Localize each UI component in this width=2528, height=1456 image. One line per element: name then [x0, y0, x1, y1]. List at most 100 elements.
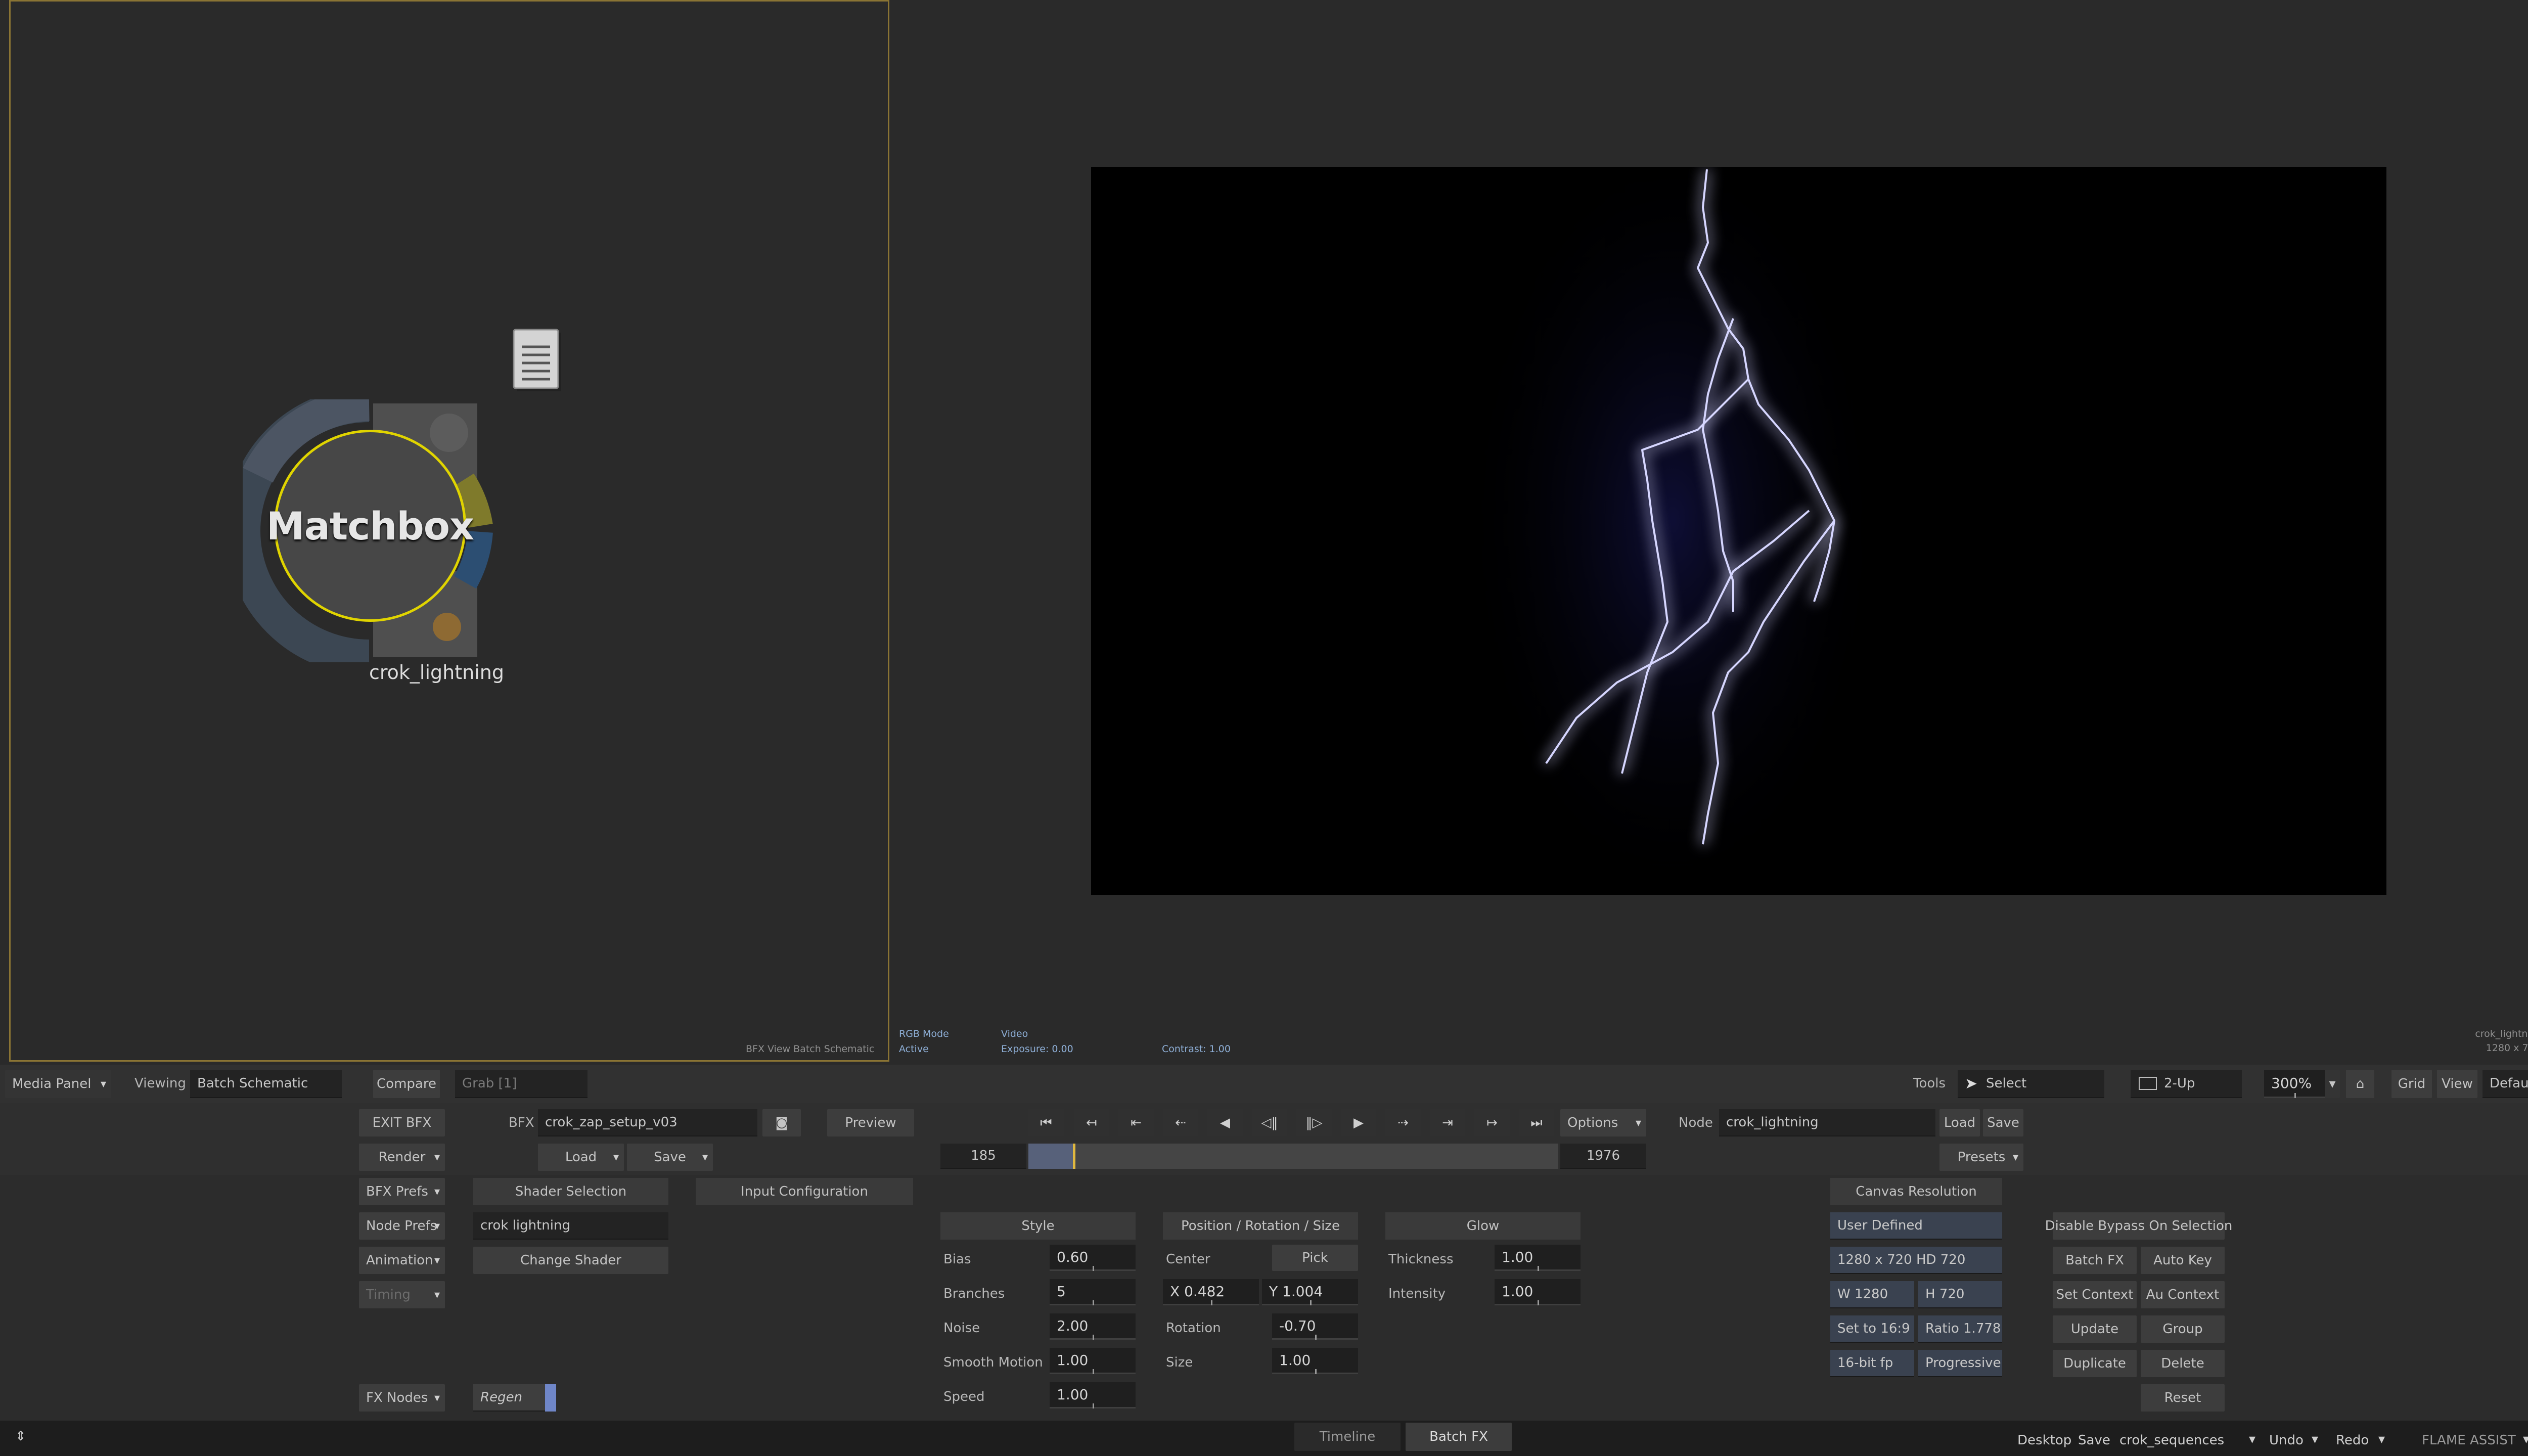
- pick-button[interactable]: Pick: [1272, 1245, 1358, 1271]
- desktop-button[interactable]: Desktop: [2017, 1433, 2071, 1448]
- grab-field[interactable]: Grab [1]: [455, 1070, 588, 1098]
- width-field[interactable]: W 1280: [1830, 1281, 1914, 1308]
- resolution-preset-field[interactable]: 1280 x 720 HD 720: [1830, 1247, 2002, 1274]
- bias-field[interactable]: 0.60: [1050, 1245, 1136, 1271]
- save-button[interactable]: Save: [2078, 1433, 2110, 1448]
- next-mark-icon[interactable]: ⇥: [1430, 1109, 1465, 1136]
- select-tool-field[interactable]: ➤ Select: [1958, 1070, 2104, 1098]
- tab-timeline[interactable]: Timeline: [1294, 1423, 1401, 1451]
- default-field[interactable]: Default: [2482, 1070, 2528, 1098]
- disable-bypass-button[interactable]: Disable Bypass On Selection: [2045, 1212, 2232, 1240]
- change-shader-button[interactable]: Change Shader: [473, 1247, 668, 1274]
- sequence-dropdown[interactable]: crok_sequences: [2119, 1433, 2224, 1448]
- resolution-mode-field[interactable]: User Defined: [1830, 1212, 2002, 1240]
- step-forward-key-icon[interactable]: ⇢: [1385, 1109, 1421, 1136]
- batch-fx-button[interactable]: Batch FX: [2053, 1247, 2137, 1274]
- branches-field[interactable]: 5: [1050, 1279, 1136, 1305]
- options-dropdown[interactable]: Options: [1560, 1109, 1646, 1136]
- zoom-dropdown-icon[interactable]: ▾: [2325, 1070, 2340, 1098]
- grid-button[interactable]: Grid: [2391, 1070, 2432, 1098]
- thickness-field[interactable]: 1.00: [1495, 1245, 1581, 1271]
- redo-dropdown-icon[interactable]: ▾: [2378, 1432, 2385, 1447]
- height-field[interactable]: H 720: [1918, 1281, 2002, 1308]
- bit-depth-field[interactable]: 16-bit fp: [1830, 1350, 1914, 1377]
- reset-button[interactable]: Reset: [2141, 1384, 2225, 1412]
- app-dropdown-icon[interactable]: ▾: [2523, 1432, 2528, 1447]
- start-frame-field[interactable]: 185: [940, 1144, 1026, 1169]
- step-back-key-icon[interactable]: ⇠: [1163, 1109, 1198, 1136]
- animation-button[interactable]: Animation: [359, 1247, 445, 1274]
- duplicate-button[interactable]: Duplicate: [2053, 1350, 2137, 1377]
- play-forward-pause-icon[interactable]: ‖▷: [1296, 1109, 1332, 1136]
- center-y-field[interactable]: Y 1.004: [1262, 1279, 1358, 1305]
- set-context-button[interactable]: Set Context: [2053, 1281, 2137, 1308]
- render-button[interactable]: Render: [359, 1144, 445, 1171]
- shader-name-field[interactable]: crok lightning: [473, 1212, 668, 1240]
- compare-button[interactable]: Compare: [373, 1070, 440, 1098]
- node-prefs-button[interactable]: Node Prefs: [359, 1212, 445, 1240]
- end-frame-field[interactable]: 1976: [1560, 1144, 1646, 1169]
- undo-dropdown-icon[interactable]: ▾: [2312, 1432, 2318, 1447]
- matchbox-node[interactable]: Matchbox: [243, 399, 495, 662]
- layout-field[interactable]: 2-Up: [2131, 1070, 2242, 1098]
- scan-mode-field[interactable]: Progressive: [1918, 1350, 2002, 1377]
- exit-bfx-button[interactable]: EXIT BFX: [359, 1109, 445, 1136]
- auto-key-button[interactable]: Auto Key: [2141, 1247, 2225, 1274]
- timing-button[interactable]: Timing: [359, 1281, 445, 1308]
- ratio-field[interactable]: Ratio 1.778: [1918, 1315, 2002, 1343]
- view-button[interactable]: View: [2437, 1070, 2477, 1098]
- go-to-end-icon[interactable]: ⏭: [1519, 1109, 1554, 1136]
- size-field[interactable]: 1.00: [1272, 1348, 1358, 1374]
- go-to-start-icon[interactable]: ⏮: [1028, 1109, 1064, 1136]
- node-title: Matchbox: [266, 430, 474, 622]
- note-icon[interactable]: [512, 328, 564, 393]
- center-label: Center: [1166, 1252, 1210, 1267]
- redo-button[interactable]: Redo: [2336, 1433, 2369, 1448]
- home-icon[interactable]: ⌂: [2346, 1070, 2374, 1098]
- tools-label: Tools: [1913, 1076, 1946, 1091]
- viewing-field[interactable]: Batch Schematic: [190, 1070, 342, 1098]
- step-back-icon[interactable]: ◀: [1207, 1109, 1243, 1136]
- update-button[interactable]: Update: [2053, 1315, 2137, 1343]
- noise-field[interactable]: 2.00: [1050, 1313, 1136, 1340]
- media-panel-dropdown[interactable]: Media Panel: [5, 1070, 111, 1098]
- presets-dropdown[interactable]: Presets: [1939, 1144, 2023, 1171]
- next-keyframe-icon[interactable]: ↦: [1474, 1109, 1510, 1136]
- intensity-field[interactable]: 1.00: [1495, 1279, 1581, 1305]
- speed-field[interactable]: 1.00: [1050, 1382, 1136, 1408]
- bias-label: Bias: [943, 1252, 971, 1267]
- timebar[interactable]: [1028, 1144, 1558, 1169]
- previous-keyframe-icon[interactable]: ↤: [1074, 1109, 1109, 1136]
- delete-button[interactable]: Delete: [2141, 1350, 2225, 1377]
- preview-button[interactable]: Preview: [827, 1109, 914, 1136]
- group-button[interactable]: Group: [2141, 1315, 2225, 1343]
- collapse-arrow-icon[interactable]: ⇕: [15, 1429, 26, 1444]
- timebar-playhead[interactable]: [1073, 1144, 1075, 1169]
- play-reverse-icon[interactable]: ◁‖: [1252, 1109, 1287, 1136]
- sequence-dropdown-icon[interactable]: ▾: [2249, 1432, 2255, 1447]
- bfx-prefs-button[interactable]: BFX Prefs: [359, 1178, 445, 1205]
- camera-icon[interactable]: ◙: [762, 1109, 801, 1136]
- setup-load-button[interactable]: Load: [538, 1144, 624, 1171]
- node-name-field[interactable]: crok_lightning: [1719, 1109, 1935, 1136]
- undo-button[interactable]: Undo: [2269, 1433, 2304, 1448]
- fx-nodes-button[interactable]: FX Nodes: [359, 1384, 445, 1412]
- exposure-readout: Exposure: 0.00: [1001, 1043, 1073, 1055]
- setup-save-button[interactable]: Save: [627, 1144, 713, 1171]
- shader-selection-header[interactable]: Shader Selection: [473, 1178, 668, 1205]
- play-icon[interactable]: ▶: [1341, 1109, 1376, 1136]
- rotation-field[interactable]: -0.70: [1272, 1313, 1358, 1340]
- regen-toggle[interactable]: Regen: [473, 1384, 549, 1412]
- smooth-motion-field[interactable]: 1.00: [1050, 1348, 1136, 1374]
- set-to-16-9-button[interactable]: Set to 16:9: [1830, 1315, 1914, 1343]
- tab-batch-fx[interactable]: Batch FX: [1406, 1423, 1512, 1451]
- result-name-label: crok_lightning: Result: [2475, 1028, 2528, 1039]
- zoom-field[interactable]: 300%: [2264, 1070, 2325, 1098]
- au-context-button[interactable]: Au Context: [2141, 1281, 2225, 1308]
- center-x-field[interactable]: X 0.482: [1163, 1279, 1259, 1305]
- node-save-button[interactable]: Save: [1983, 1109, 2023, 1136]
- setup-name-field[interactable]: crok_zap_setup_v03: [538, 1109, 757, 1136]
- previous-mark-icon[interactable]: ⇤: [1118, 1109, 1154, 1136]
- input-configuration-button[interactable]: Input Configuration: [696, 1178, 913, 1205]
- node-load-button[interactable]: Load: [1939, 1109, 1980, 1136]
